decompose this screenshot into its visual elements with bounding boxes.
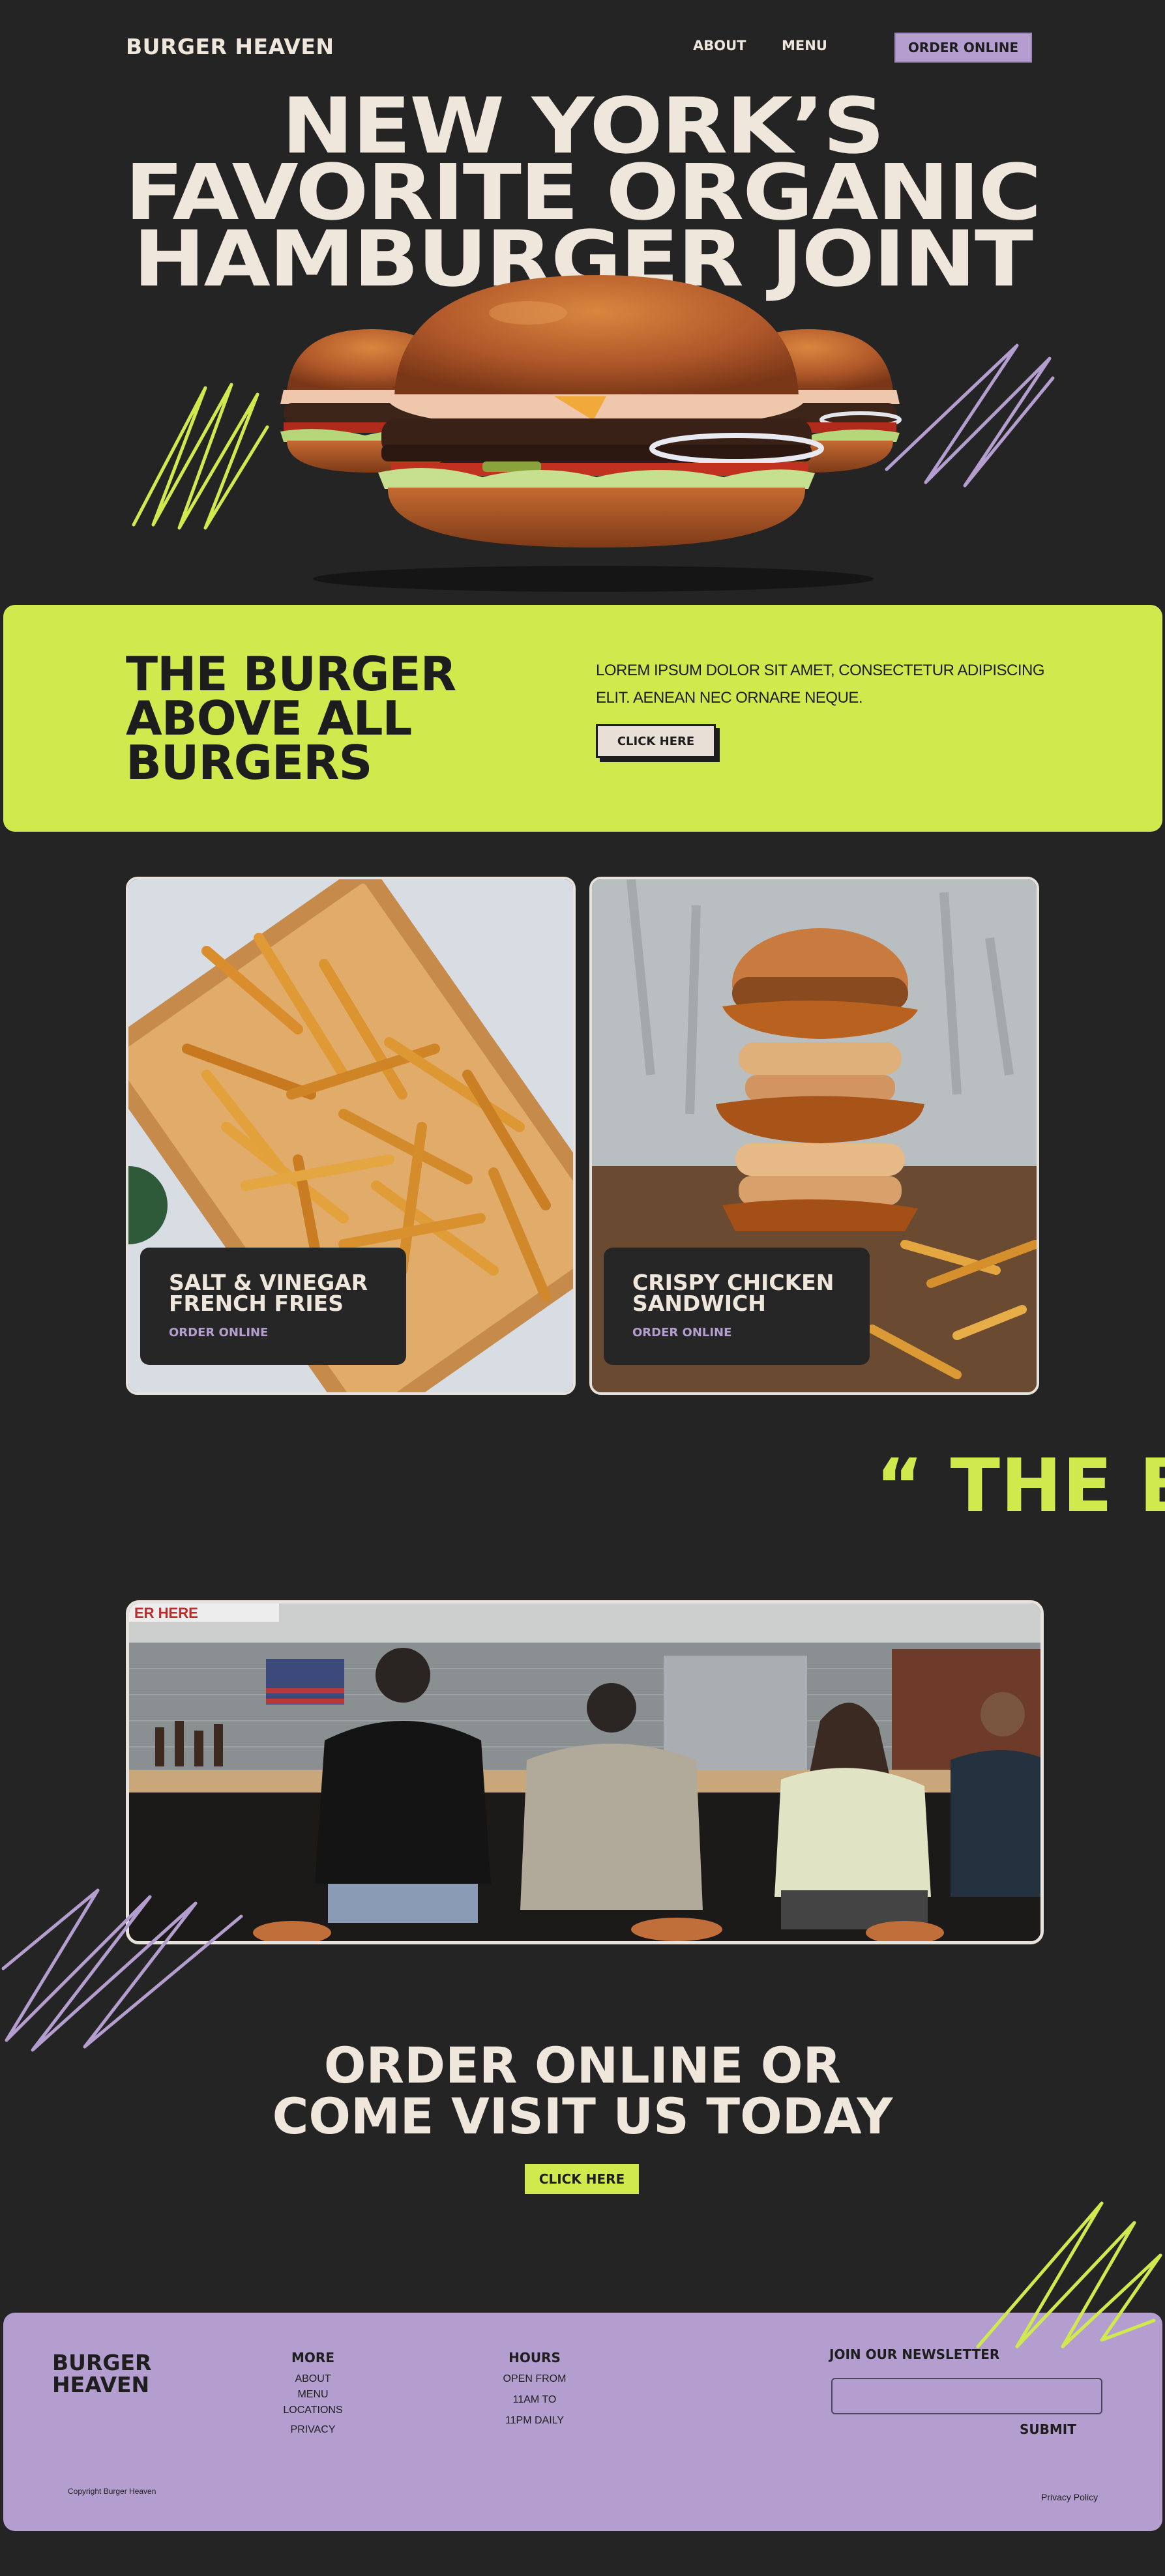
footer-link-locations[interactable]: LOCATIONS [274, 2405, 352, 2416]
menu-card-title-line: FRENCH FRIES [169, 1291, 344, 1316]
restaurant-interior-image: ER HERE [126, 1600, 1044, 1944]
nav-menu-link[interactable]: MENU [782, 38, 827, 53]
intro-text-line: LOREM IPSUM DOLOR SIT AMET, CONSECTETUR … [596, 662, 1045, 679]
newsletter-heading: JOIN OUR NEWSLETTER [829, 2347, 1000, 2362]
copyright-text: Copyright Burger Heaven [68, 2487, 156, 2496]
menu-card-fries[interactable]: SALT & VINEGAR FRENCH FRIES ORDER ONLINE [126, 877, 576, 1395]
cta-title: ORDER ONLINE OR COME VISIT US TODAY [0, 2040, 1165, 2142]
footer-link-menu[interactable]: MENU [274, 2389, 352, 2401]
privacy-policy-link[interactable]: Privacy Policy [1041, 2492, 1098, 2502]
diner-counter-illustration: ER HERE [129, 1603, 1040, 1941]
lavender-scribble-decoration [1, 1888, 243, 2052]
newsletter-submit-button[interactable]: SUBMIT [1020, 2422, 1076, 2437]
menu-card-chicken-sandwich[interactable]: CRISPY CHICKEN SANDWICH ORDER ONLINE [589, 877, 1039, 1395]
intro-text-line: ELIT. AENEAN NEC ORNARE NEQUE. [596, 689, 863, 707]
quote-marquee-text: “ THE B [876, 1444, 1165, 1529]
footer-link-about[interactable]: ABOUT [274, 2373, 352, 2385]
cta-click-here-button[interactable]: CLICK HERE [525, 2164, 639, 2194]
footer-logo-line: HEAVEN [52, 2372, 150, 2397]
intro-text: LOREM IPSUM DOLOR SIT AMET, CONSECTETUR … [596, 657, 1052, 712]
menu-card-title-line: SANDWICH [632, 1291, 766, 1316]
order-online-link[interactable]: ORDER ONLINE [169, 1326, 377, 1339]
intro-title-line: ABOVE ALL [126, 691, 412, 746]
lime-scribble-decoration [132, 383, 269, 530]
cta-title-line: ORDER ONLINE OR [323, 2036, 842, 2094]
intro-title: THE BURGER ABOVE ALL BURGERS [126, 647, 456, 790]
newsletter-email-input[interactable] [831, 2378, 1102, 2414]
menu-card-title: CRISPY CHICKEN SANDWICH [632, 1272, 841, 1314]
site-logo[interactable]: BURGER HEAVEN [126, 34, 334, 59]
nav-about-link[interactable]: ABOUT [693, 38, 746, 53]
menu-card-label: SALT & VINEGAR FRENCH FRIES ORDER ONLINE [140, 1248, 406, 1365]
order-online-button[interactable]: ORDER ONLINE [894, 33, 1032, 63]
menu-card-title: SALT & VINEGAR FRENCH FRIES [169, 1272, 377, 1314]
footer-logo[interactable]: BURGER HEAVEN [52, 2352, 151, 2396]
cta-title-line: COME VISIT US TODAY [272, 2087, 893, 2145]
diner-sign-text: ER HERE [134, 1605, 198, 1621]
footer-link-privacy[interactable]: PRIVACY [274, 2424, 352, 2436]
hero-burgers-image [280, 275, 902, 592]
hero-title: NEW YORK’S FAVORITE ORGANIC HAMBURGER JO… [0, 87, 1165, 297]
intro-click-here-button[interactable]: CLICK HERE [596, 724, 716, 758]
order-online-link[interactable]: ORDER ONLINE [632, 1326, 841, 1339]
footer-more-column: MORE ABOUT MENU LOCATIONS PRIVACY [274, 2350, 352, 2436]
hours-line: 11PM DAILY [505, 2415, 565, 2426]
footer-more-heading: MORE [291, 2350, 334, 2365]
menu-card-label: CRISPY CHICKEN SANDWICH ORDER ONLINE [604, 1248, 870, 1365]
footer-hours-column: HOURS OPEN FROM 11AM TO 11PM DAILY [486, 2350, 583, 2427]
hours-line: OPEN FROM [503, 2373, 567, 2384]
hours-line: 11AM TO [512, 2394, 557, 2405]
footer-hours-heading: HOURS [509, 2350, 561, 2365]
lime-scribble-decoration [976, 2201, 1162, 2349]
intro-title-line: BURGERS [126, 735, 372, 790]
intro-title-line: THE BURGER [126, 647, 456, 701]
footer-logo-line: BURGER [52, 2350, 152, 2375]
